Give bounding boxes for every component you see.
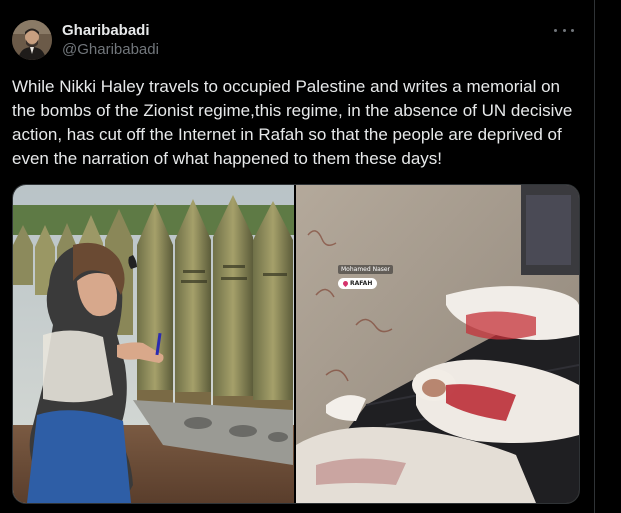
photo-tag-location: RAFAH (338, 278, 378, 289)
more-dot (571, 28, 574, 32)
author-display-name[interactable]: Gharibabadi (62, 22, 159, 40)
more-options-icon[interactable] (554, 22, 574, 38)
author-names: Gharibabadi @Gharibabadi (62, 22, 159, 60)
tweet-header: Gharibabadi @Gharibabadi (12, 18, 582, 62)
tweet-text: While Nikki Haley travels to occupied Pa… (12, 77, 573, 168)
avatar[interactable] (12, 20, 52, 60)
location-pin-icon (341, 279, 350, 288)
photo-tag: Mohamed Naser RAFAH (338, 265, 394, 289)
tweet-media: Mohamed Naser RAFAH (12, 184, 580, 504)
tweet[interactable]: Gharibabadi @Gharibabadi While Nikki Hal… (0, 0, 621, 513)
column-divider (594, 0, 595, 513)
author-handle[interactable]: @Gharibabadi (62, 40, 159, 60)
photo-rafah-victims[interactable]: Mohamed Naser RAFAH (296, 185, 579, 503)
more-dot (562, 28, 566, 32)
photo-artillery-shells[interactable] (13, 185, 294, 503)
more-dot (554, 28, 557, 32)
photo-tag-name: Mohamed Naser (338, 265, 394, 274)
photo-tag-location-label: RAFAH (350, 280, 373, 287)
